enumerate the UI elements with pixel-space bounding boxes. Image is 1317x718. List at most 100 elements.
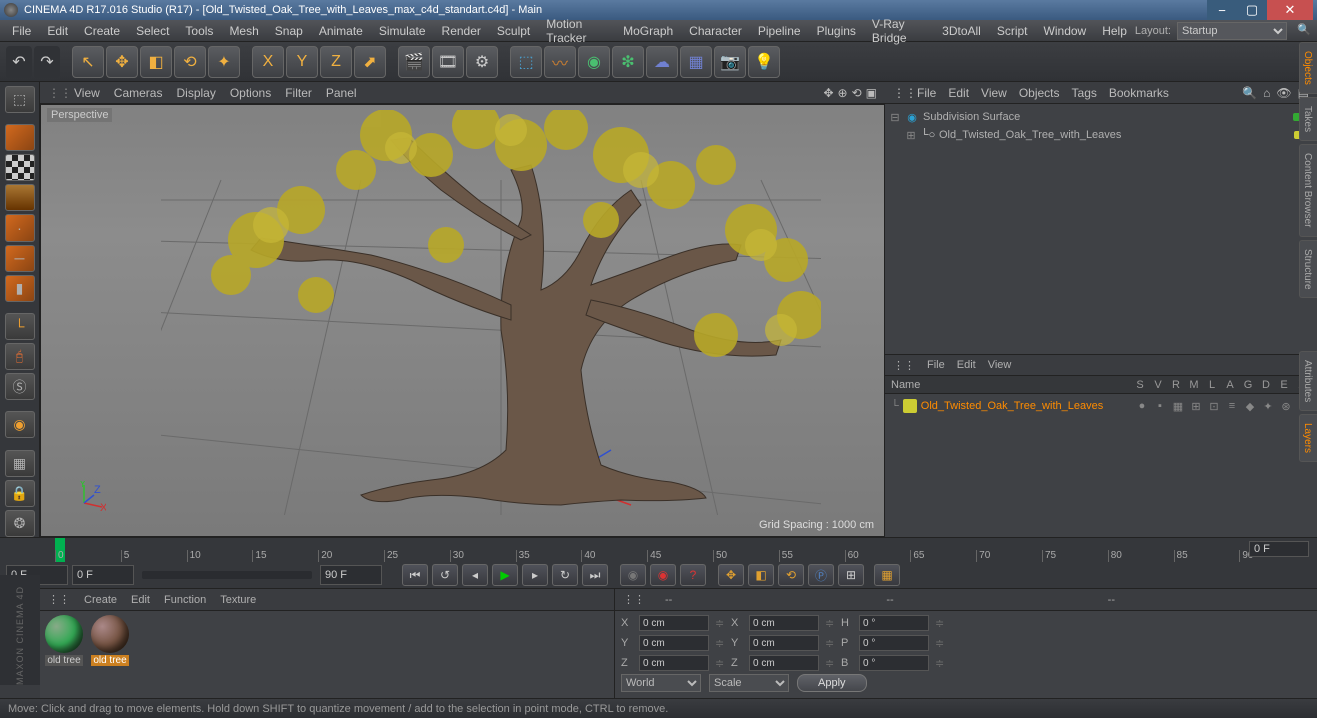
tab-structure[interactable]: Structure bbox=[1299, 240, 1317, 299]
vp-menu-display[interactable]: Display bbox=[176, 86, 215, 100]
workplane-button[interactable] bbox=[5, 184, 35, 211]
object-row-tree[interactable]: ⊞ └○ Old_Twisted_Oak_Tree_with_Leaves bbox=[889, 126, 1313, 144]
add-spline-button[interactable]: 〰 bbox=[544, 46, 576, 78]
tab-objects[interactable]: Objects bbox=[1299, 42, 1317, 94]
tab-attributes[interactable]: Attributes bbox=[1299, 351, 1317, 411]
menu-window[interactable]: Window bbox=[1036, 21, 1095, 41]
edge-mode-button[interactable]: ─ bbox=[5, 245, 35, 272]
lock-button[interactable]: 🔒 bbox=[5, 480, 35, 507]
undo-button[interactable]: ↶ bbox=[6, 46, 32, 78]
object-hierarchy[interactable]: ⊟ ◉ Subdivision Surface ✓ ⊞ └○ Old_Twist… bbox=[885, 104, 1317, 354]
flag-e[interactable]: ⊛ bbox=[1279, 400, 1293, 413]
tab-layers[interactable]: Layers bbox=[1299, 414, 1317, 462]
make-editable-button[interactable]: ⬚ bbox=[5, 86, 35, 113]
misc-button[interactable]: ❂ bbox=[5, 510, 35, 537]
play-button[interactable]: ▶ bbox=[492, 564, 518, 586]
prev-frame-button[interactable]: ◂ bbox=[462, 564, 488, 586]
range-start-input[interactable] bbox=[72, 565, 134, 585]
coord-space-dropdown[interactable]: World bbox=[621, 674, 701, 692]
menu-animate[interactable]: Animate bbox=[311, 21, 371, 41]
minimize-button[interactable]: − bbox=[1207, 0, 1237, 20]
flag-g[interactable]: ◆ bbox=[1243, 400, 1257, 413]
goto-start-button[interactable]: ⏮ bbox=[402, 564, 428, 586]
col-v[interactable]: V bbox=[1149, 379, 1167, 391]
expand-icon[interactable]: ⊞ bbox=[905, 129, 917, 142]
spinner-icon[interactable]: ≑ bbox=[935, 617, 945, 630]
rot-b-input[interactable] bbox=[859, 655, 929, 671]
pos-x-input[interactable] bbox=[639, 615, 709, 631]
col-l[interactable]: L bbox=[1203, 379, 1221, 391]
timeline-frame-display[interactable] bbox=[1249, 541, 1309, 557]
vp-rotate-icon[interactable]: ⟲ bbox=[852, 86, 862, 100]
spinner-icon[interactable]: ≑ bbox=[715, 657, 725, 670]
menu-script[interactable]: Script bbox=[989, 21, 1036, 41]
add-environment-button[interactable]: ☁ bbox=[646, 46, 678, 78]
texture-mode-button[interactable] bbox=[5, 154, 35, 181]
menu-render[interactable]: Render bbox=[434, 21, 489, 41]
layer-color-icon[interactable] bbox=[903, 399, 917, 413]
pos-y-input[interactable] bbox=[639, 635, 709, 651]
live-select-tool[interactable]: ↖ bbox=[72, 46, 104, 78]
vp-menu-filter[interactable]: Filter bbox=[285, 86, 312, 100]
eye-icon[interactable]: 👁 bbox=[1276, 86, 1291, 100]
object-row-subdivision[interactable]: ⊟ ◉ Subdivision Surface ✓ bbox=[889, 108, 1313, 126]
flag-v[interactable]: ▪ bbox=[1153, 400, 1167, 412]
range-slider[interactable] bbox=[142, 571, 312, 579]
obj-menu-file[interactable]: File bbox=[917, 86, 936, 100]
col-e[interactable]: E bbox=[1275, 379, 1293, 391]
layer-row[interactable]: └ Old_Twisted_Oak_Tree_with_Leaves ● ▪ ▦… bbox=[891, 397, 1311, 415]
col-r[interactable]: R bbox=[1167, 379, 1185, 391]
menu-create[interactable]: Create bbox=[76, 21, 128, 41]
menu-simulate[interactable]: Simulate bbox=[371, 21, 434, 41]
key-pla-button[interactable]: ⊞ bbox=[838, 564, 864, 586]
vp-menu-panel[interactable]: Panel bbox=[326, 86, 357, 100]
model-mode-button[interactable] bbox=[5, 124, 35, 151]
menu-pipeline[interactable]: Pipeline bbox=[750, 21, 809, 41]
materials-list[interactable]: old tree old tree bbox=[40, 611, 614, 698]
x-axis-lock[interactable]: X bbox=[252, 46, 284, 78]
attr-menu-edit[interactable]: Edit bbox=[957, 359, 976, 371]
size-z-input[interactable] bbox=[749, 655, 819, 671]
menu-snap[interactable]: Snap bbox=[267, 21, 311, 41]
axis-button[interactable]: └ bbox=[5, 313, 35, 340]
spinner-icon[interactable]: ≑ bbox=[715, 637, 725, 650]
menu-vray[interactable]: V-Ray Bridge bbox=[864, 14, 934, 48]
attr-menu-file[interactable]: File bbox=[927, 359, 945, 371]
grip-icon[interactable]: ⋮⋮ bbox=[893, 359, 915, 372]
menu-edit[interactable]: Edit bbox=[39, 21, 76, 41]
add-light-button[interactable]: 📷 bbox=[714, 46, 746, 78]
object-name[interactable]: Old_Twisted_Oak_Tree_with_Leaves bbox=[939, 129, 1121, 141]
mat-menu-edit[interactable]: Edit bbox=[131, 594, 150, 606]
key-scale-button[interactable]: ◧ bbox=[748, 564, 774, 586]
add-light2-button[interactable]: 💡 bbox=[748, 46, 780, 78]
maximize-button[interactable]: ▢ bbox=[1237, 0, 1267, 20]
menu-help[interactable]: Help bbox=[1094, 21, 1135, 41]
spinner-icon[interactable]: ≑ bbox=[935, 657, 945, 670]
spinner-icon[interactable]: ≑ bbox=[935, 637, 945, 650]
menu-file[interactable]: File bbox=[4, 21, 39, 41]
mat-menu-create[interactable]: Create bbox=[84, 594, 117, 606]
soft-select-button[interactable]: ◉ bbox=[5, 411, 35, 438]
mat-menu-function[interactable]: Function bbox=[164, 594, 206, 606]
layout-dropdown[interactable]: Startup bbox=[1177, 22, 1287, 40]
col-m[interactable]: M bbox=[1185, 379, 1203, 391]
next-key-button[interactable]: ↻ bbox=[552, 564, 578, 586]
flag-d[interactable]: ✦ bbox=[1261, 400, 1275, 413]
rotate-tool[interactable]: ⟲ bbox=[174, 46, 206, 78]
record-button[interactable]: ◉ bbox=[650, 564, 676, 586]
viewport-3d[interactable]: Perspective bbox=[40, 104, 885, 537]
menu-motion-tracker[interactable]: Motion Tracker bbox=[538, 14, 615, 48]
range-end-input[interactable] bbox=[320, 565, 382, 585]
spinner-icon[interactable]: ≑ bbox=[825, 657, 835, 670]
mat-menu-texture[interactable]: Texture bbox=[220, 594, 256, 606]
col-d[interactable]: D bbox=[1257, 379, 1275, 391]
add-camera-button[interactable]: ▦ bbox=[680, 46, 712, 78]
size-x-input[interactable] bbox=[749, 615, 819, 631]
key-param-button[interactable]: Ⓟ bbox=[808, 564, 834, 586]
rot-h-input[interactable] bbox=[859, 615, 929, 631]
vp-menu-options[interactable]: Options bbox=[230, 86, 271, 100]
size-y-input[interactable] bbox=[749, 635, 819, 651]
prev-key-button[interactable]: ↺ bbox=[432, 564, 458, 586]
poly-mode-button[interactable]: ▮ bbox=[5, 275, 35, 302]
y-axis-lock[interactable]: Y bbox=[286, 46, 318, 78]
